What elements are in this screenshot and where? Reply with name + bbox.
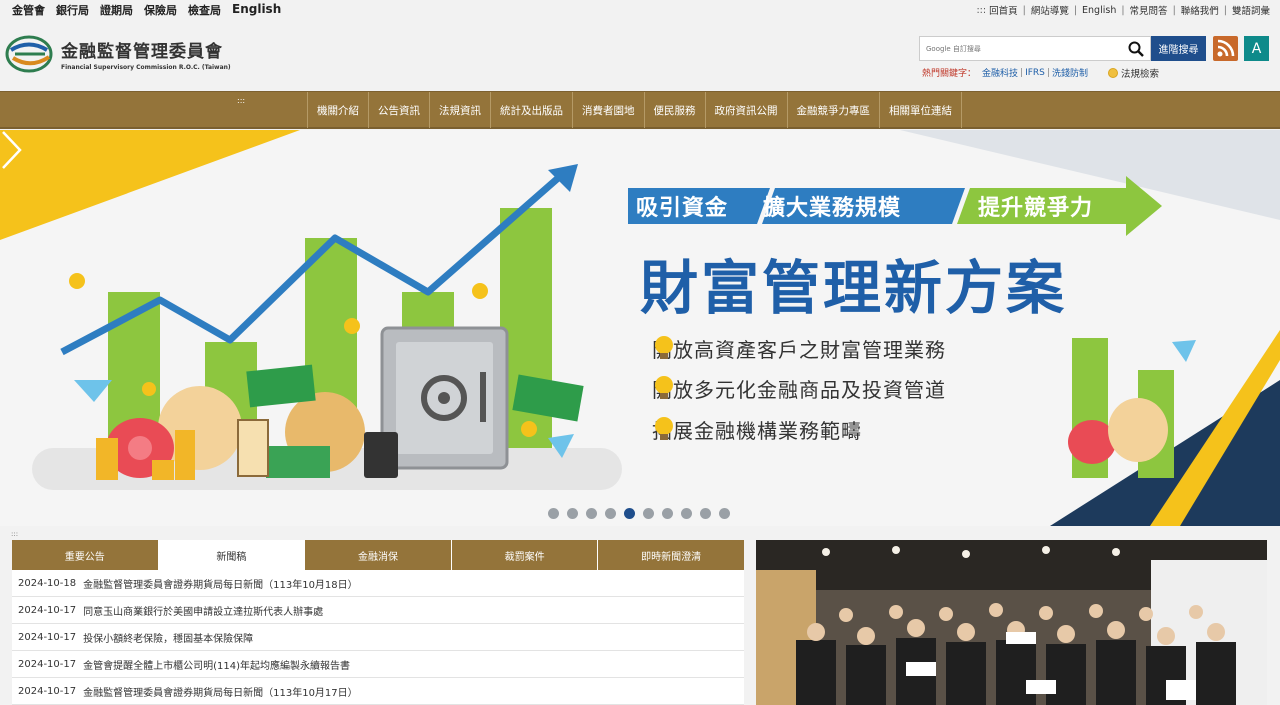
font-size-button[interactable]: A xyxy=(1244,36,1269,61)
hot-keyword-aml[interactable]: 洗錢防制 xyxy=(1052,66,1088,79)
tab-news-clarifications[interactable]: 即時新聞澄清 xyxy=(598,540,744,570)
accesskey-marker[interactable]: ::: xyxy=(976,5,986,16)
agency-link-fsc[interactable]: 金管會 xyxy=(12,2,45,18)
list-item[interactable]: 2024-10-17 金管會提醒全體上市櫃公司明(114)年起均應編製永續報告書 xyxy=(12,651,744,678)
news-date: 2024-10-17 xyxy=(18,658,77,670)
nav-item-services[interactable]: 便民服務 xyxy=(643,92,705,128)
law-search-icon xyxy=(1108,68,1118,78)
law-search-link[interactable]: 法規檢索 xyxy=(1108,66,1159,80)
top-bar: 金管會 銀行局 證期局 保險局 檢查局 English ::: 回首頁 | 網站導… xyxy=(0,0,1280,20)
slide-dot[interactable] xyxy=(586,508,597,519)
content-accesskey-marker[interactable]: ::: xyxy=(11,530,18,538)
logo-name-zh: 金融監督管理委員會 xyxy=(61,42,223,62)
group-photo-illustration xyxy=(756,540,1267,705)
hot-keywords: 熱門關鍵字： 金融科技 | IFRS | 洗錢防制 xyxy=(922,66,1088,80)
tab-press-releases[interactable]: 新聞稿 xyxy=(158,540,306,570)
hot-keywords-label: 熱門關鍵字： xyxy=(922,69,977,79)
advanced-search-button[interactable]: 進階搜尋 xyxy=(1151,36,1206,61)
logo-name-en: Financial Supervisory Commission R.O.C. … xyxy=(61,64,231,71)
agency-link-examination[interactable]: 檢查局 xyxy=(188,2,221,18)
news-list: 2024-10-18 金融監督管理委員會證券期貨局每日新聞（113年10月18日… xyxy=(12,570,744,705)
slide-indicators xyxy=(548,508,730,519)
site-logo[interactable]: 金融監督管理委員會 Financial Supervisory Commissi… xyxy=(5,35,231,73)
slide-dot[interactable] xyxy=(719,508,730,519)
list-item[interactable]: 2024-10-17 投保小額終老保險，穩固基本保險保障 xyxy=(12,624,744,651)
util-link-faq[interactable]: 常見問答 xyxy=(1130,3,1168,17)
banner-slogan-1: 吸引資金 xyxy=(636,196,729,221)
util-link-home[interactable]: 回首頁 xyxy=(989,3,1018,17)
slide-dot[interactable] xyxy=(643,508,654,519)
slide-dot[interactable] xyxy=(700,508,711,519)
banner-point-text: 開放多元化金融商品及投資管道 xyxy=(652,378,946,402)
rss-icon[interactable] xyxy=(1213,36,1238,61)
tab-important-notices[interactable]: 重要公告 xyxy=(12,540,159,570)
agency-link-insurance[interactable]: 保險局 xyxy=(144,2,177,18)
util-link-sitemap[interactable]: 網站導覽 xyxy=(1031,3,1069,17)
news-tabs: 重要公告 新聞稿 金融消保 裁罰案件 即時新聞澄清 xyxy=(12,540,744,570)
banner-slogan-2: 擴大業務規模 xyxy=(763,196,902,221)
banner-point-1: 開放高資產客戶之財富管理業務 xyxy=(652,334,946,363)
banner-point-text: 開放高資產客戶之財富管理業務 xyxy=(652,338,946,362)
slide-dot[interactable] xyxy=(605,508,616,519)
tab-penalties[interactable]: 裁罰案件 xyxy=(451,540,599,570)
law-search-label: 法規檢索 xyxy=(1121,69,1160,80)
nav-item-about[interactable]: 機關介紹 xyxy=(307,92,368,128)
slide-dot[interactable] xyxy=(548,508,559,519)
chevron-right-icon[interactable] xyxy=(0,130,22,170)
main-nav: ::: 機關介紹 公告資訊 法規資訊 統計及出版品 消費者園地 便民服務 政府資… xyxy=(0,91,1280,129)
hot-keyword-ifrs[interactable]: IFRS xyxy=(1025,68,1045,78)
news-title[interactable]: 同意玉山商業銀行於美國申請設立達拉斯代表人辦事處 xyxy=(83,603,323,618)
nav-item-regulations[interactable]: 法規資訊 xyxy=(429,92,490,128)
util-link-english[interactable]: English xyxy=(1082,5,1116,16)
list-item[interactable]: 2024-10-18 金融監督管理委員會證券期貨局每日新聞（113年10月18日… xyxy=(12,570,744,597)
list-item[interactable]: 2024-10-17 同意玉山商業銀行於美國申請設立達拉斯代表人辦事處 xyxy=(12,597,744,624)
hot-keyword-fintech[interactable]: 金融科技 xyxy=(982,66,1018,79)
nav-item-consumers[interactable]: 消費者園地 xyxy=(572,92,644,128)
nav-accesskey-marker[interactable]: ::: xyxy=(237,96,245,105)
banner-slogan-3: 提升競爭力 xyxy=(978,196,1094,221)
slide-dot[interactable] xyxy=(681,508,692,519)
utility-links: ::: 回首頁 | 網站導覽 | English | 常見問答 | 聯絡我們 | 雙語詞彙 xyxy=(976,3,1270,18)
news-date: 2024-10-17 xyxy=(18,631,77,643)
util-link-contact[interactable]: 聯絡我們 xyxy=(1181,3,1219,17)
search-box xyxy=(919,36,1151,61)
agency-link-securities[interactable]: 證期局 xyxy=(100,2,133,18)
fsc-logo-icon xyxy=(5,35,53,73)
news-date: 2024-10-17 xyxy=(18,685,77,697)
util-link-glossary[interactable]: 雙語詞彙 xyxy=(1232,3,1270,17)
agency-link-banking[interactable]: 銀行局 xyxy=(56,2,89,18)
news-title[interactable]: 金融監督管理委員會證券期貨局每日新聞（113年10月18日） xyxy=(83,576,358,591)
agency-links: 金管會 銀行局 證期局 保險局 檢查局 English xyxy=(12,2,281,18)
lightbulb-icon xyxy=(655,336,673,359)
slide-dot[interactable] xyxy=(567,508,578,519)
tab-consumer-protection[interactable]: 金融消保 xyxy=(305,540,452,570)
banner-point-3: 拓展金融機構業務範疇 xyxy=(652,415,862,444)
nav-item-statistics[interactable]: 統計及出版品 xyxy=(490,92,572,128)
search-input[interactable] xyxy=(926,44,1106,53)
news-date: 2024-10-17 xyxy=(18,604,77,616)
news-title[interactable]: 金管會提醒全體上市櫃公司明(114)年起均應編製永續報告書 xyxy=(83,657,350,672)
lightbulb-icon xyxy=(655,417,673,440)
banner-point-2: 開放多元化金融商品及投資管道 xyxy=(652,374,946,403)
news-date: 2024-10-18 xyxy=(18,577,77,589)
english-link[interactable]: English xyxy=(232,2,281,18)
slide-dot[interactable] xyxy=(624,508,635,519)
search-icon[interactable] xyxy=(1128,41,1144,57)
news-title[interactable]: 投保小額終老保險，穩固基本保險保障 xyxy=(83,630,253,645)
nav-item-competitiveness[interactable]: 金融競爭力專區 xyxy=(786,92,880,128)
slide-dot[interactable] xyxy=(662,508,673,519)
event-photo[interactable] xyxy=(756,540,1267,705)
list-item[interactable]: 2024-10-17 金融監督管理委員會證券期貨局每日新聞（113年10月17日… xyxy=(12,678,744,705)
nav-item-related-links[interactable]: 相關單位連結 xyxy=(879,92,962,128)
banner-point-text: 拓展金融機構業務範疇 xyxy=(652,419,862,443)
banner-title: 財富管理新方案 xyxy=(640,254,1068,322)
lightbulb-icon xyxy=(655,376,673,399)
hero-banner[interactable]: 吸引資金 擴大業務規模 提升競爭力 財富管理新方案 開放高資產客戶之財富管理業務… xyxy=(0,130,1280,526)
news-title[interactable]: 金融監督管理委員會證券期貨局每日新聞（113年10月17日） xyxy=(83,684,358,699)
nav-item-open-data[interactable]: 政府資訊公開 xyxy=(704,92,787,128)
nav-item-announcements[interactable]: 公告資訊 xyxy=(368,92,429,128)
